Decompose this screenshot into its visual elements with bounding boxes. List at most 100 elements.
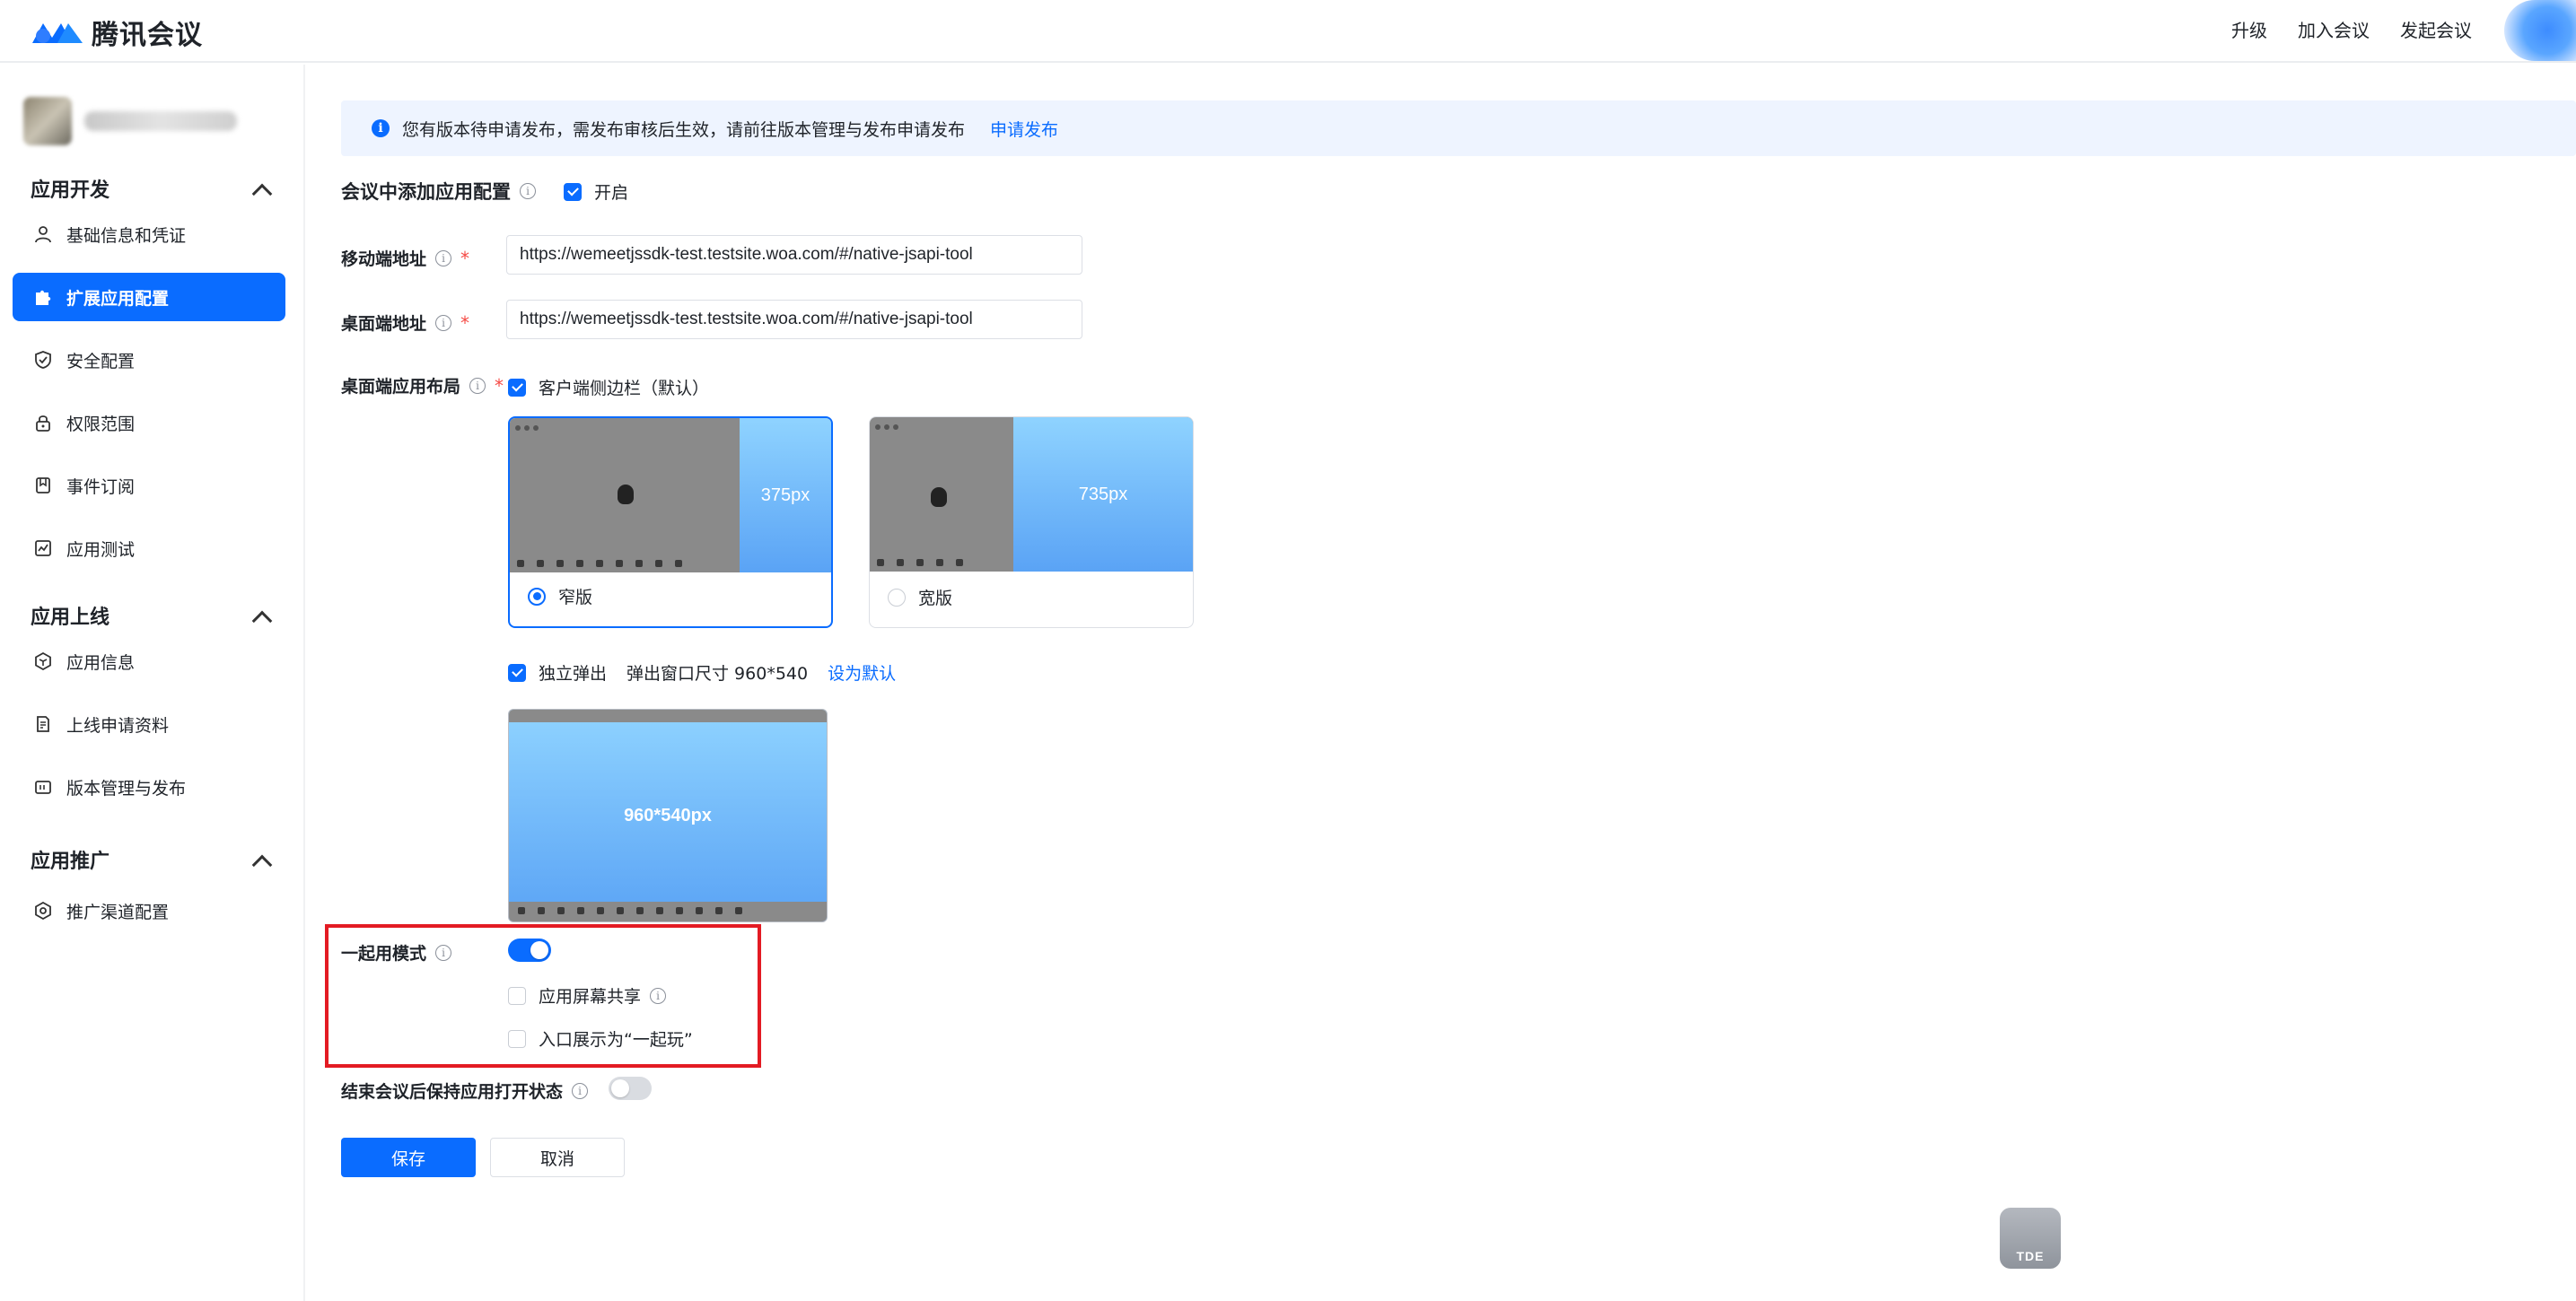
- sidebar-item-extension-config[interactable]: 扩展应用配置: [13, 273, 285, 321]
- sidebar-item-label: 应用信息: [66, 652, 136, 673]
- user-avatar[interactable]: [2504, 0, 2576, 61]
- desktop-url-input[interactable]: https://wemeetjssdk-test.testsite.woa.co…: [506, 300, 1082, 339]
- sidebar-item-label: 权限范围: [66, 414, 136, 434]
- wide-radio-row[interactable]: 宽版: [888, 585, 952, 609]
- sidebar-item-security[interactable]: 安全配置: [13, 336, 285, 384]
- narrow-radio-row[interactable]: 窄版: [528, 584, 592, 608]
- popup-toolbar: [509, 902, 827, 921]
- enable-checkbox-label: 开启: [594, 183, 629, 203]
- keep-open-label: 结束会议后保持应用打开状态 i: [341, 1078, 589, 1103]
- together-mode-switch[interactable]: [508, 939, 551, 962]
- sidebar: 应用开发 基础信息和凭证 扩展应用配置 安全配置 权限范围 事件订阅 应用测试 …: [0, 65, 305, 1301]
- start-meeting-link[interactable]: 发起会议: [2400, 16, 2472, 42]
- document-icon: [32, 713, 54, 735]
- narrow-radio[interactable]: [528, 587, 546, 606]
- sidebar-item-launch-materials[interactable]: 上线申请资料: [13, 700, 285, 748]
- app-profile: [23, 97, 237, 145]
- entry-play-label: 入口展示为“一起玩”: [539, 1030, 693, 1050]
- tde-badge[interactable]: TDE: [2000, 1208, 2061, 1269]
- keep-open-switch[interactable]: [609, 1077, 652, 1100]
- chart-icon: [32, 537, 54, 559]
- sidebar-item-label: 应用测试: [66, 539, 136, 560]
- sidebar-item-testing[interactable]: 应用测试: [13, 524, 285, 572]
- wide-preview-image: 735px: [870, 417, 1193, 572]
- top-nav: 升级 加入会议 发起会议: [2231, 16, 2472, 42]
- sidebar-item-events[interactable]: 事件订阅: [13, 461, 285, 510]
- together-mode-text: 一起用模式: [341, 944, 427, 964]
- info-circle-icon[interactable]: i: [435, 314, 452, 331]
- top-header: 腾讯会议 升级 加入会议 发起会议: [0, 0, 2576, 63]
- sidebar-item-version-release[interactable]: 版本管理与发布: [13, 763, 285, 811]
- join-meeting-link[interactable]: 加入会议: [2298, 16, 2370, 42]
- sidebar-item-label: 基础信息和凭证: [66, 225, 187, 246]
- pending-release-notice: i 您有版本待申请发布，需发布审核后生效，请前往版本管理与发布申请发布 申请发布: [341, 100, 2576, 156]
- popup-checkbox-label: 独立弹出: [539, 664, 608, 684]
- app-avatar: [23, 97, 72, 145]
- upgrade-link[interactable]: 升级: [2231, 16, 2267, 42]
- sidebar-item-permissions[interactable]: 权限范围: [13, 398, 285, 447]
- required-mark: *: [495, 374, 504, 397]
- group-title-promotion: 应用推广: [31, 851, 110, 873]
- cancel-button[interactable]: 取消: [490, 1138, 625, 1177]
- add-app-config-text: 会议中添加应用配置: [341, 181, 511, 203]
- chevron-up-icon[interactable]: [251, 610, 273, 632]
- app-name-blurred: [84, 111, 237, 131]
- enable-checkbox[interactable]: [564, 182, 582, 201]
- sidebar-layout-checkbox-row[interactable]: 客户端侧边栏（默认）: [508, 375, 709, 399]
- sidebar-item-label: 上线申请资料: [66, 715, 170, 736]
- penguin-icon: [618, 485, 634, 504]
- required-mark: *: [460, 311, 470, 334]
- sidebar-layout-checkbox[interactable]: [508, 378, 526, 397]
- wide-radio[interactable]: [888, 588, 906, 607]
- required-mark: *: [460, 247, 470, 269]
- info-circle-icon[interactable]: i: [469, 377, 486, 394]
- tde-badge-text: TDE: [2016, 1249, 2045, 1263]
- entry-play-checkbox[interactable]: [508, 1029, 526, 1048]
- puzzle-icon: [32, 286, 54, 308]
- mobile-url-label: 移动端地址 i *: [341, 246, 469, 270]
- info-circle-icon[interactable]: i: [435, 249, 452, 266]
- desktop-url-label: 桌面端地址 i *: [341, 310, 469, 335]
- brand-logo[interactable]: 腾讯会议: [31, 13, 203, 52]
- entry-play-checkbox-row[interactable]: 入口展示为“一起玩”: [508, 1026, 693, 1051]
- penguin-icon: [931, 487, 947, 507]
- sidebar-item-label: 推广渠道配置: [66, 902, 170, 922]
- narrow-preview-image: 375px: [510, 418, 831, 572]
- group-title-dev: 应用开发: [31, 179, 110, 202]
- info-circle-icon[interactable]: i: [572, 1082, 589, 1099]
- popup-preview-image: 960*540px: [508, 709, 828, 922]
- sidebar-item-app-info[interactable]: 应用信息: [13, 637, 285, 685]
- info-circle-icon[interactable]: i: [520, 183, 536, 199]
- brand-logo-icon: [31, 16, 84, 48]
- apply-release-link[interactable]: 申请发布: [990, 117, 1058, 141]
- info-circle-icon[interactable]: i: [650, 987, 667, 1004]
- desktop-layout-label: 桌面端应用布局 i *: [341, 373, 504, 397]
- screen-share-checkbox-row[interactable]: 应用屏幕共享 i: [508, 983, 667, 1008]
- enable-checkbox-row[interactable]: 开启: [564, 179, 628, 204]
- set-default-link[interactable]: 设为默认: [828, 660, 896, 685]
- bookmark-icon: [32, 475, 54, 496]
- popup-checkbox[interactable]: [508, 663, 526, 682]
- sidebar-item-basic-info[interactable]: 基础信息和凭证: [13, 210, 285, 258]
- desktop-layout-text: 桌面端应用布局: [341, 377, 461, 397]
- popup-checkbox-row[interactable]: 独立弹出 弹出窗口尺寸 960*540 设为默认: [508, 660, 896, 685]
- popup-size-label: 960*540px: [624, 805, 712, 825]
- screen-share-checkbox[interactable]: [508, 986, 526, 1005]
- narrow-radio-label: 窄版: [558, 588, 593, 607]
- keep-open-text: 结束会议后保持应用打开状态: [341, 1082, 564, 1102]
- toolbar-preview: [517, 560, 723, 569]
- save-button[interactable]: 保存: [341, 1138, 476, 1177]
- sidebar-item-channel-config[interactable]: 推广渠道配置: [13, 886, 285, 935]
- toolbar-preview: [877, 559, 1013, 568]
- chevron-up-icon[interactable]: [251, 183, 273, 205]
- add-app-config-label: 会议中添加应用配置 i: [341, 178, 536, 205]
- mobile-url-input[interactable]: https://wemeetjssdk-test.testsite.woa.co…: [506, 235, 1082, 275]
- popup-size-text: 弹出窗口尺寸 960*540: [626, 664, 809, 684]
- info-circle-icon[interactable]: i: [435, 944, 452, 961]
- info-icon: i: [372, 119, 390, 137]
- sidebar-item-label: 版本管理与发布: [66, 778, 187, 799]
- chevron-up-icon[interactable]: [251, 854, 273, 876]
- narrow-layout-card[interactable]: 375px 窄版: [508, 416, 833, 628]
- wide-layout-card[interactable]: 735px 宽版: [869, 416, 1194, 628]
- shield-icon: [32, 349, 54, 371]
